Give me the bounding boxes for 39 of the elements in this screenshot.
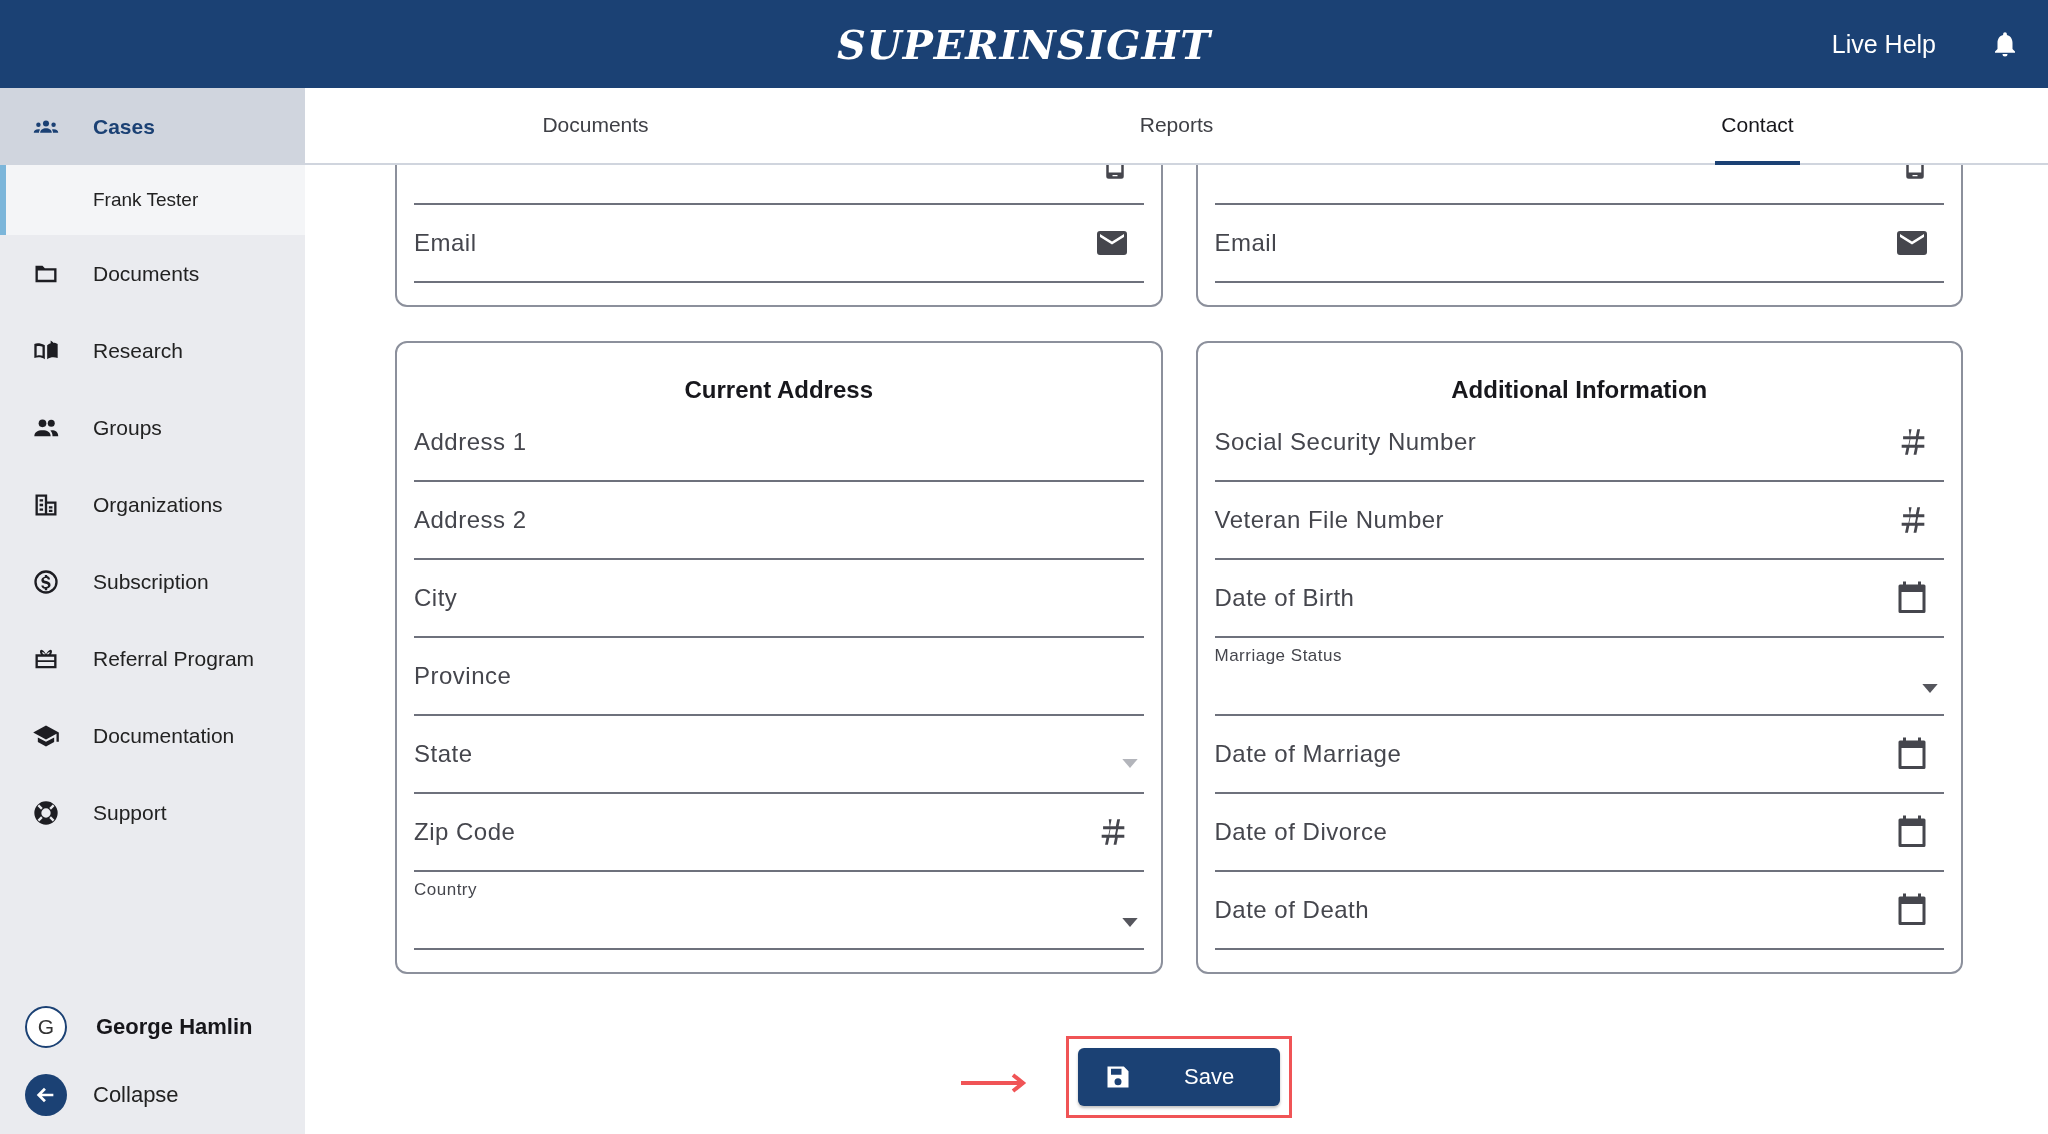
sidebar-item[interactable]: Support: [0, 774, 305, 851]
tab[interactable]: Contact: [1715, 88, 1800, 165]
input-field[interactable]: Date of Birth: [1214, 560, 1944, 638]
sidebar-item[interactable]: Documents: [0, 235, 305, 312]
tab[interactable]: Reports: [1133, 88, 1220, 165]
sidebar-item[interactable]: Subscription: [0, 543, 305, 620]
dollar-icon: [32, 567, 60, 596]
input-field[interactable]: Date of Marriage: [1214, 716, 1944, 794]
input-field[interactable]: Date of Death: [1214, 872, 1944, 950]
dropdown-field[interactable]: Country: [414, 872, 1144, 950]
lifebuoy-icon: [32, 798, 60, 827]
sidebar-subitem[interactable]: Frank Tester: [0, 165, 305, 235]
input-field[interactable]: Address 2: [414, 482, 1144, 560]
annotation-arrow: [959, 1071, 1029, 1095]
user-name: George Hamlin: [96, 1013, 253, 1040]
sidebar-item[interactable]: Research: [0, 312, 305, 389]
sidebar-item[interactable]: Cases: [0, 88, 305, 165]
input-field[interactable]: City: [414, 560, 1144, 638]
sidebar-item[interactable]: Referral Program: [0, 620, 305, 697]
save-button[interactable]: Save: [1078, 1048, 1280, 1106]
input-field[interactable]: Email: [414, 205, 1144, 283]
input-field[interactable]: Date of Divorce: [1214, 794, 1944, 872]
logo: SUPERINSIGHT: [836, 20, 1212, 68]
input-field[interactable]: Social Security Number: [1214, 404, 1944, 482]
tab[interactable]: Documents: [536, 88, 655, 165]
input-field[interactable]: Province: [414, 638, 1144, 716]
sidebar-item[interactable]: Groups: [0, 389, 305, 466]
sidebar-item[interactable]: Organizations: [0, 466, 305, 543]
input-field[interactable]: Email: [1214, 205, 1944, 283]
card-title: Additional Information: [1450, 375, 1709, 404]
live-help-link[interactable]: Live Help: [1831, 29, 1936, 59]
collapse-button[interactable]: Collapse: [0, 1060, 305, 1130]
dropdown-field[interactable]: Marriage Status: [1214, 638, 1944, 716]
input-field[interactable]: Veteran File Number: [1214, 482, 1944, 560]
input-field[interactable]: Zip Code: [414, 794, 1144, 872]
card-title: Current Address: [683, 375, 874, 404]
sidebar-item[interactable]: Documentation: [0, 697, 305, 774]
avatar[interactable]: G: [25, 1005, 67, 1048]
input-field[interactable]: Address 1: [414, 404, 1144, 482]
